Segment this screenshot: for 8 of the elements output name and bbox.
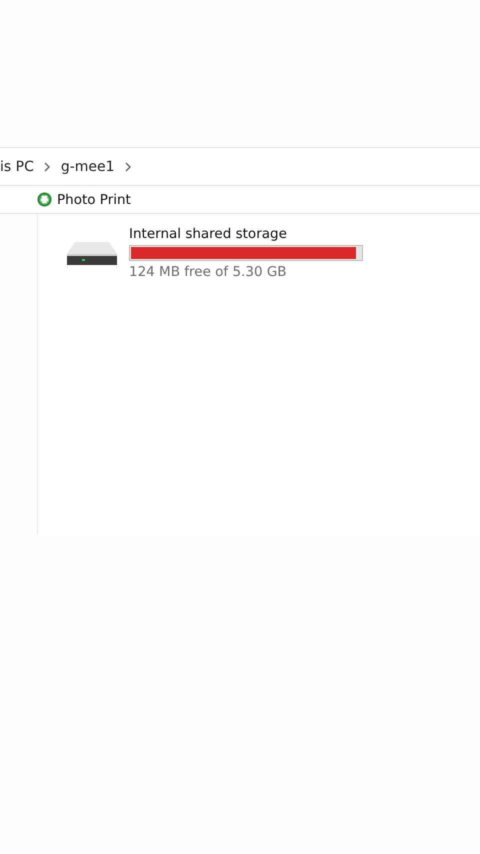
chevron-icon[interactable] — [124, 162, 132, 172]
printer-icon — [37, 192, 52, 207]
chevron-icon[interactable] — [44, 162, 51, 172]
drive-name[interactable]: Internal shared storage — [129, 226, 363, 242]
breadcrumb-item[interactable]: is PC — [0, 158, 34, 174]
free-space-text: 124 MB free of 5.30 GB — [129, 264, 288, 280]
breadcrumb-item[interactable]: g-mee1 — [60, 158, 115, 174]
photo-print-button[interactable]: Photo Print — [37, 192, 131, 208]
